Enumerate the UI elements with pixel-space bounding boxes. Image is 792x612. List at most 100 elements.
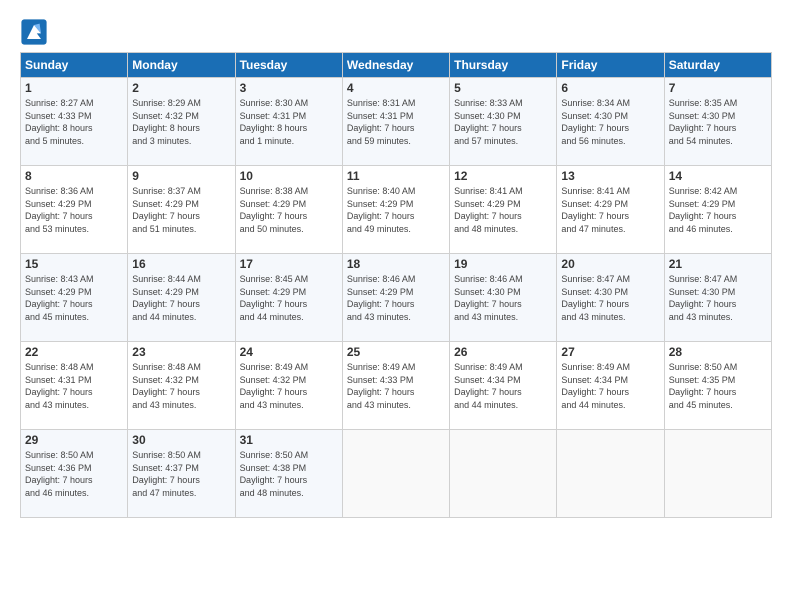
- cell-info: Sunrise: 8:49 AMSunset: 4:34 PMDaylight:…: [454, 361, 552, 411]
- calendar-cell: 26 Sunrise: 8:49 AMSunset: 4:34 PMDayligh…: [450, 342, 557, 430]
- day-number: 25: [347, 345, 445, 359]
- cell-info: Sunrise: 8:38 AMSunset: 4:29 PMDaylight:…: [240, 185, 338, 235]
- calendar-cell: 18 Sunrise: 8:46 AMSunset: 4:29 PMDayligh…: [342, 254, 449, 342]
- day-number: 19: [454, 257, 552, 271]
- calendar-cell: [557, 430, 664, 518]
- day-number: 14: [669, 169, 767, 183]
- cell-info: Sunrise: 8:41 AMSunset: 4:29 PMDaylight:…: [454, 185, 552, 235]
- cell-info: Sunrise: 8:50 AMSunset: 4:38 PMDaylight:…: [240, 449, 338, 499]
- cell-info: Sunrise: 8:31 AMSunset: 4:31 PMDaylight:…: [347, 97, 445, 147]
- page: SundayMondayTuesdayWednesdayThursdayFrid…: [0, 0, 792, 612]
- calendar-cell: 3 Sunrise: 8:30 AMSunset: 4:31 PMDaylight…: [235, 78, 342, 166]
- calendar-cell: 9Sunrise: 8:37 AMSunset: 4:29 PMDaylight…: [128, 166, 235, 254]
- cell-info: Sunrise: 8:44 AMSunset: 4:29 PMDaylight:…: [132, 273, 230, 323]
- calendar-week-5: 29Sunrise: 8:50 AMSunset: 4:36 PMDayligh…: [21, 430, 772, 518]
- cell-info: Sunrise: 8:47 AMSunset: 4:30 PMDaylight:…: [669, 273, 767, 323]
- cell-info: Sunrise: 8:35 AMSunset: 4:30 PMDaylight:…: [669, 97, 767, 147]
- cell-info: Sunrise: 8:30 AMSunset: 4:31 PMDaylight:…: [240, 97, 338, 147]
- cell-info: Sunrise: 8:29 AMSunset: 4:32 PMDaylight:…: [132, 97, 230, 147]
- cell-info: Sunrise: 8:49 AMSunset: 4:33 PMDaylight:…: [347, 361, 445, 411]
- day-header-saturday: Saturday: [664, 53, 771, 78]
- calendar-week-1: 1 Sunrise: 8:27 AMSunset: 4:33 PMDaylight…: [21, 78, 772, 166]
- day-number: 31: [240, 433, 338, 447]
- day-number: 2: [132, 81, 230, 95]
- calendar-cell: 7 Sunrise: 8:35 AMSunset: 4:30 PMDaylight…: [664, 78, 771, 166]
- day-number: 27: [561, 345, 659, 359]
- cell-info: Sunrise: 8:40 AMSunset: 4:29 PMDaylight:…: [347, 185, 445, 235]
- calendar-cell: 30 Sunrise: 8:50 AMSunset: 4:37 PMDayligh…: [128, 430, 235, 518]
- calendar-cell: 8Sunrise: 8:36 AMSunset: 4:29 PMDaylight…: [21, 166, 128, 254]
- cell-info: Sunrise: 8:46 AMSunset: 4:30 PMDaylight:…: [454, 273, 552, 323]
- cell-info: Sunrise: 8:33 AMSunset: 4:30 PMDaylight:…: [454, 97, 552, 147]
- calendar-cell: 12Sunrise: 8:41 AMSunset: 4:29 PMDayligh…: [450, 166, 557, 254]
- day-number: 16: [132, 257, 230, 271]
- day-number: 17: [240, 257, 338, 271]
- calendar: SundayMondayTuesdayWednesdayThursdayFrid…: [20, 52, 772, 518]
- day-number: 4: [347, 81, 445, 95]
- calendar-cell: 23Sunrise: 8:48 AMSunset: 4:32 PMDayligh…: [128, 342, 235, 430]
- cell-info: Sunrise: 8:50 AMSunset: 4:35 PMDaylight:…: [669, 361, 767, 411]
- cell-info: Sunrise: 8:36 AMSunset: 4:29 PMDaylight:…: [25, 185, 123, 235]
- calendar-header-row: SundayMondayTuesdayWednesdayThursdayFrid…: [21, 53, 772, 78]
- cell-info: Sunrise: 8:42 AMSunset: 4:29 PMDaylight:…: [669, 185, 767, 235]
- day-number: 11: [347, 169, 445, 183]
- cell-info: Sunrise: 8:49 AMSunset: 4:32 PMDaylight:…: [240, 361, 338, 411]
- day-header-monday: Monday: [128, 53, 235, 78]
- cell-info: Sunrise: 8:27 AMSunset: 4:33 PMDaylight:…: [25, 97, 123, 147]
- calendar-cell: 27Sunrise: 8:49 AMSunset: 4:34 PMDayligh…: [557, 342, 664, 430]
- calendar-cell: 21 Sunrise: 8:47 AMSunset: 4:30 PMDayligh…: [664, 254, 771, 342]
- calendar-cell: 16 Sunrise: 8:44 AMSunset: 4:29 PMDayligh…: [128, 254, 235, 342]
- calendar-cell: [342, 430, 449, 518]
- cell-info: Sunrise: 8:34 AMSunset: 4:30 PMDaylight:…: [561, 97, 659, 147]
- calendar-cell: 17 Sunrise: 8:45 AMSunset: 4:29 PMDayligh…: [235, 254, 342, 342]
- calendar-cell: 19 Sunrise: 8:46 AMSunset: 4:30 PMDayligh…: [450, 254, 557, 342]
- cell-info: Sunrise: 8:47 AMSunset: 4:30 PMDaylight:…: [561, 273, 659, 323]
- cell-info: Sunrise: 8:46 AMSunset: 4:29 PMDaylight:…: [347, 273, 445, 323]
- logo: [20, 18, 52, 46]
- calendar-cell: 22Sunrise: 8:48 AMSunset: 4:31 PMDayligh…: [21, 342, 128, 430]
- calendar-cell: 1 Sunrise: 8:27 AMSunset: 4:33 PMDaylight…: [21, 78, 128, 166]
- calendar-cell: 5 Sunrise: 8:33 AMSunset: 4:30 PMDaylight…: [450, 78, 557, 166]
- calendar-week-3: 15Sunrise: 8:43 AMSunset: 4:29 PMDayligh…: [21, 254, 772, 342]
- cell-info: Sunrise: 8:41 AMSunset: 4:29 PMDaylight:…: [561, 185, 659, 235]
- calendar-cell: [450, 430, 557, 518]
- day-header-sunday: Sunday: [21, 53, 128, 78]
- calendar-cell: 25 Sunrise: 8:49 AMSunset: 4:33 PMDayligh…: [342, 342, 449, 430]
- day-number: 13: [561, 169, 659, 183]
- day-number: 7: [669, 81, 767, 95]
- day-number: 1: [25, 81, 123, 95]
- day-number: 10: [240, 169, 338, 183]
- calendar-cell: 20Sunrise: 8:47 AMSunset: 4:30 PMDayligh…: [557, 254, 664, 342]
- day-header-friday: Friday: [557, 53, 664, 78]
- day-header-thursday: Thursday: [450, 53, 557, 78]
- day-number: 3: [240, 81, 338, 95]
- day-number: 22: [25, 345, 123, 359]
- calendar-cell: 11 Sunrise: 8:40 AMSunset: 4:29 PMDayligh…: [342, 166, 449, 254]
- day-number: 6: [561, 81, 659, 95]
- calendar-cell: [664, 430, 771, 518]
- cell-info: Sunrise: 8:50 AMSunset: 4:37 PMDaylight:…: [132, 449, 230, 499]
- calendar-week-4: 22Sunrise: 8:48 AMSunset: 4:31 PMDayligh…: [21, 342, 772, 430]
- day-number: 24: [240, 345, 338, 359]
- calendar-cell: 13 Sunrise: 8:41 AMSunset: 4:29 PMDayligh…: [557, 166, 664, 254]
- day-number: 26: [454, 345, 552, 359]
- day-header-wednesday: Wednesday: [342, 53, 449, 78]
- calendar-cell: 10 Sunrise: 8:38 AMSunset: 4:29 PMDayligh…: [235, 166, 342, 254]
- cell-info: Sunrise: 8:43 AMSunset: 4:29 PMDaylight:…: [25, 273, 123, 323]
- calendar-cell: 15Sunrise: 8:43 AMSunset: 4:29 PMDayligh…: [21, 254, 128, 342]
- calendar-cell: 2 Sunrise: 8:29 AMSunset: 4:32 PMDaylight…: [128, 78, 235, 166]
- day-number: 5: [454, 81, 552, 95]
- cell-info: Sunrise: 8:37 AMSunset: 4:29 PMDaylight:…: [132, 185, 230, 235]
- header: [20, 18, 772, 46]
- logo-icon: [20, 18, 48, 46]
- day-number: 28: [669, 345, 767, 359]
- cell-info: Sunrise: 8:48 AMSunset: 4:32 PMDaylight:…: [132, 361, 230, 411]
- day-header-tuesday: Tuesday: [235, 53, 342, 78]
- day-number: 21: [669, 257, 767, 271]
- calendar-cell: 4 Sunrise: 8:31 AMSunset: 4:31 PMDaylight…: [342, 78, 449, 166]
- day-number: 30: [132, 433, 230, 447]
- day-number: 29: [25, 433, 123, 447]
- cell-info: Sunrise: 8:45 AMSunset: 4:29 PMDaylight:…: [240, 273, 338, 323]
- day-number: 18: [347, 257, 445, 271]
- calendar-cell: 31 Sunrise: 8:50 AMSunset: 4:38 PMDayligh…: [235, 430, 342, 518]
